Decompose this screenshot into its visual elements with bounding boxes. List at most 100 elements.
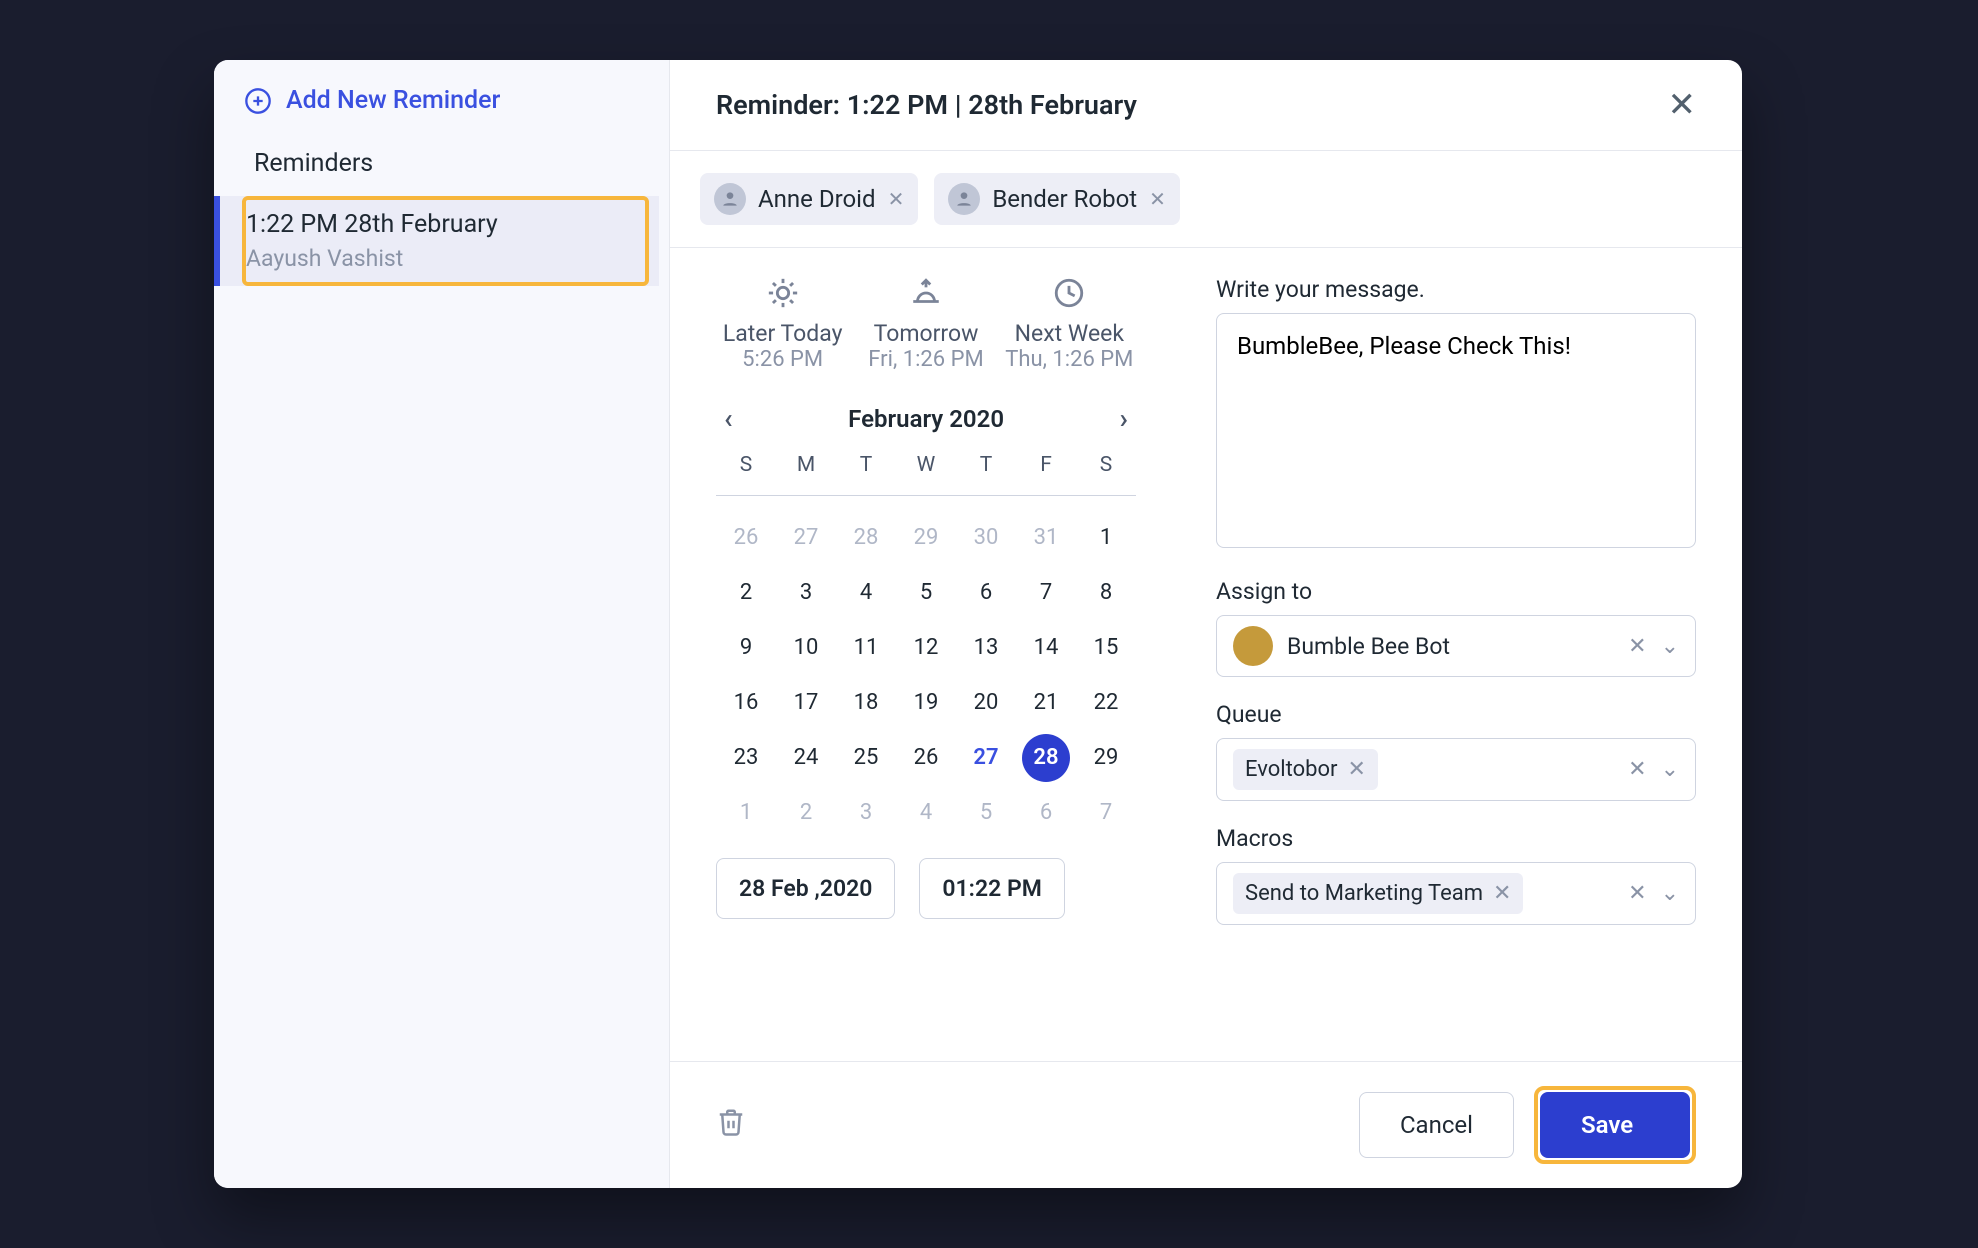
calendar-day[interactable]: 23 xyxy=(716,730,776,785)
footer-actions: Cancel Save xyxy=(1359,1086,1696,1164)
queue-tag[interactable]: Evoltobor ✕ xyxy=(1233,749,1378,790)
calendar-day[interactable]: 26 xyxy=(716,510,776,565)
sunrise-icon xyxy=(909,276,943,310)
queue-label: Queue xyxy=(1216,701,1696,728)
calendar-day[interactable]: 6 xyxy=(1016,785,1076,840)
quick-label: Next Week xyxy=(1003,320,1136,347)
quick-time-row: Later Today 5:26 PM Tomorrow Fri, 1:26 P… xyxy=(716,276,1136,372)
dow-cell: F xyxy=(1016,453,1076,477)
quick-next-week[interactable]: Next Week Thu, 1:26 PM xyxy=(1003,276,1136,372)
macros-tag[interactable]: Send to Marketing Team ✕ xyxy=(1233,873,1523,914)
calendar-day[interactable]: 10 xyxy=(776,620,836,675)
calendar-day[interactable]: 7 xyxy=(1016,565,1076,620)
calendar-day[interactable]: 8 xyxy=(1076,565,1136,620)
chip-remove-icon[interactable]: ✕ xyxy=(1149,187,1166,211)
main-panel: Reminder: 1:22 PM | 28th February ✕ Anne… xyxy=(670,60,1742,1188)
save-button[interactable]: Save xyxy=(1540,1092,1690,1158)
avatar-icon xyxy=(948,183,980,215)
calendar-day[interactable]: 29 xyxy=(1076,730,1136,785)
calendar-day[interactable]: 5 xyxy=(956,785,1016,840)
modal-body: Later Today 5:26 PM Tomorrow Fri, 1:26 P… xyxy=(670,248,1742,1061)
tag-remove-icon[interactable]: ✕ xyxy=(1493,881,1511,906)
clear-icon[interactable]: ✕ xyxy=(1628,634,1646,659)
macros-value: Send to Marketing Team xyxy=(1245,881,1483,906)
close-button[interactable]: ✕ xyxy=(1668,88,1697,122)
participant-chip[interactable]: Anne Droid ✕ xyxy=(700,173,918,225)
modal-title: Reminder: 1:22 PM | 28th February xyxy=(716,89,1137,121)
calendar-day[interactable]: 4 xyxy=(896,785,956,840)
cancel-button[interactable]: Cancel xyxy=(1359,1092,1514,1158)
macros-select[interactable]: Send to Marketing Team ✕ ✕ ⌄ xyxy=(1216,862,1696,925)
participant-chip[interactable]: Bender Robot ✕ xyxy=(934,173,1180,225)
calendar-day[interactable]: 22 xyxy=(1076,675,1136,730)
clear-icon[interactable]: ✕ xyxy=(1628,881,1646,906)
chevron-down-icon[interactable]: ⌄ xyxy=(1661,757,1679,782)
calendar-day[interactable]: 5 xyxy=(896,565,956,620)
calendar-day[interactable]: 6 xyxy=(956,565,1016,620)
calendar-grid: 2627282930311234567891011121314151617181… xyxy=(716,510,1136,840)
assign-select[interactable]: Bumble Bee Bot ✕ ⌄ xyxy=(1216,615,1696,677)
quick-tomorrow[interactable]: Tomorrow Fri, 1:26 PM xyxy=(859,276,992,372)
calendar-day[interactable]: 27 xyxy=(956,730,1016,785)
calendar-day[interactable]: 12 xyxy=(896,620,956,675)
calendar-day[interactable]: 29 xyxy=(896,510,956,565)
trash-icon xyxy=(716,1107,746,1137)
calendar-day[interactable]: 1 xyxy=(1076,510,1136,565)
chevron-down-icon[interactable]: ⌄ xyxy=(1661,634,1679,659)
calendar-day[interactable]: 7 xyxy=(1076,785,1136,840)
calendar-day[interactable]: 11 xyxy=(836,620,896,675)
delete-button[interactable] xyxy=(716,1107,746,1143)
calendar-day[interactable]: 28 xyxy=(1022,734,1070,782)
calendar-day[interactable]: 3 xyxy=(836,785,896,840)
queue-select[interactable]: Evoltobor ✕ ✕ ⌄ xyxy=(1216,738,1696,801)
quick-sub: Fri, 1:26 PM xyxy=(859,347,992,372)
form-column: Write your message. Assign to Bumble Bee… xyxy=(1216,276,1696,1051)
assign-label: Assign to xyxy=(1216,578,1696,605)
reminder-item-title: 1:22 PM 28th February xyxy=(246,210,639,239)
calendar-day[interactable]: 20 xyxy=(956,675,1016,730)
calendar-day[interactable]: 25 xyxy=(836,730,896,785)
calendar-day[interactable]: 24 xyxy=(776,730,836,785)
time-input[interactable]: 01:22 PM xyxy=(919,858,1064,919)
calendar-day[interactable]: 9 xyxy=(716,620,776,675)
calendar-day[interactable]: 18 xyxy=(836,675,896,730)
calendar-day[interactable]: 3 xyxy=(776,565,836,620)
avatar-icon xyxy=(714,183,746,215)
calendar-day[interactable]: 15 xyxy=(1076,620,1136,675)
calendar-day[interactable]: 13 xyxy=(956,620,1016,675)
calendar-week: 2345678 xyxy=(716,565,1136,620)
chip-remove-icon[interactable]: ✕ xyxy=(888,187,905,211)
assign-value: Bumble Bee Bot xyxy=(1287,633,1450,660)
calendar-day[interactable]: 4 xyxy=(836,565,896,620)
date-input[interactable]: 28 Feb ,2020 xyxy=(716,858,895,919)
reminder-list-item[interactable]: 1:22 PM 28th February Aayush Vashist xyxy=(214,196,659,286)
calendar-day[interactable]: 27 xyxy=(776,510,836,565)
reminder-modal: Add New Reminder Reminders 1:22 PM 28th … xyxy=(214,60,1742,1188)
calendar-day[interactable]: 2 xyxy=(776,785,836,840)
calendar-day[interactable]: 14 xyxy=(1016,620,1076,675)
calendar-day[interactable]: 26 xyxy=(896,730,956,785)
calendar-prev-button[interactable]: ‹ xyxy=(724,402,733,435)
dow-cell: S xyxy=(1076,453,1136,477)
tag-remove-icon[interactable]: ✕ xyxy=(1348,757,1366,782)
sun-icon xyxy=(766,276,800,310)
calendar-next-button[interactable]: › xyxy=(1120,402,1128,435)
participant-name: Anne Droid xyxy=(758,185,876,213)
calendar-week: 16171819202122 xyxy=(716,675,1136,730)
macros-label: Macros xyxy=(1216,825,1696,852)
calendar-day[interactable]: 19 xyxy=(896,675,956,730)
calendar-day[interactable]: 30 xyxy=(956,510,1016,565)
add-reminder-button[interactable]: Add New Reminder xyxy=(214,60,669,149)
calendar-day[interactable]: 16 xyxy=(716,675,776,730)
clear-icon[interactable]: ✕ xyxy=(1628,757,1646,782)
chevron-down-icon[interactable]: ⌄ xyxy=(1661,881,1679,906)
calendar-day[interactable]: 1 xyxy=(716,785,776,840)
calendar-day[interactable]: 28 xyxy=(836,510,896,565)
quick-later-today[interactable]: Later Today 5:26 PM xyxy=(716,276,849,372)
calendar-week: 1234567 xyxy=(716,785,1136,840)
calendar-day[interactable]: 31 xyxy=(1016,510,1076,565)
calendar-day[interactable]: 17 xyxy=(776,675,836,730)
calendar-day[interactable]: 2 xyxy=(716,565,776,620)
message-textarea[interactable] xyxy=(1216,313,1696,548)
calendar-day[interactable]: 21 xyxy=(1016,675,1076,730)
